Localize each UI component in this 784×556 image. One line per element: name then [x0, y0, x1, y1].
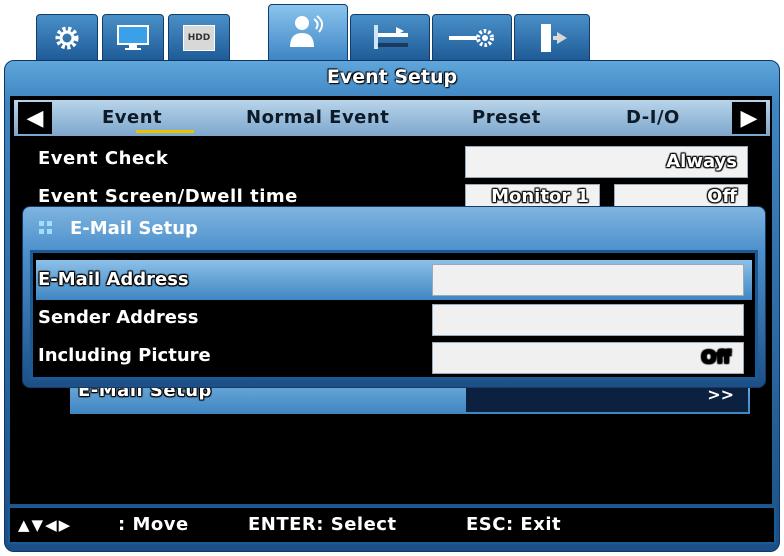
tab-network-setup[interactable]	[350, 14, 430, 62]
tab-storage-setup[interactable]: HDD	[168, 14, 230, 62]
sender-address-label: Sender Address	[38, 307, 199, 328]
tab-display-setup[interactable]	[102, 14, 164, 62]
including-picture-value[interactable]: Off	[432, 342, 744, 374]
popup-title: E-Mail Setup	[70, 218, 198, 239]
help-exit: ESC: Exit	[466, 514, 562, 535]
email-setup-value[interactable]: >>	[466, 387, 748, 412]
hdd-icon: HDD	[183, 25, 215, 51]
hdd-label: HDD	[187, 33, 211, 43]
tab-system-setup[interactable]	[36, 14, 98, 62]
sub-tab-next-button[interactable]: ▶	[732, 102, 766, 134]
event-check-value[interactable]: Always	[465, 146, 748, 178]
sub-tab-preset[interactable]: Preset	[472, 100, 541, 136]
tab-event-setup[interactable]	[268, 4, 348, 62]
tab-exit[interactable]	[514, 14, 590, 62]
sub-tab-normal-event[interactable]: Normal Event	[246, 100, 389, 136]
help-move: : Move	[118, 514, 189, 535]
exit-door-icon	[541, 24, 567, 52]
system-settings-icon	[449, 29, 494, 47]
sender-address-field[interactable]	[432, 304, 744, 336]
popup-dots-icon	[38, 220, 54, 236]
help-select: ENTER: Select	[248, 514, 397, 535]
network-icon	[374, 25, 408, 49]
email-address-label: E-Mail Address	[38, 269, 189, 290]
including-picture-label: Including Picture	[38, 345, 211, 366]
arrow-keys-icon: ▲▼◀▶	[18, 516, 73, 534]
event-check-label: Event Check	[38, 148, 169, 169]
tab-device-setup[interactable]	[432, 14, 512, 62]
active-tab-underline	[136, 130, 194, 133]
gear-icon	[55, 26, 79, 50]
window-title: Event Setup	[326, 66, 458, 88]
sub-tab-prev-button[interactable]: ◀	[18, 102, 52, 134]
monitor-icon	[117, 25, 149, 50]
email-address-field[interactable]	[432, 264, 744, 296]
sub-tab-dio[interactable]: D-I/O	[626, 100, 680, 136]
user-signal-icon	[290, 15, 323, 47]
